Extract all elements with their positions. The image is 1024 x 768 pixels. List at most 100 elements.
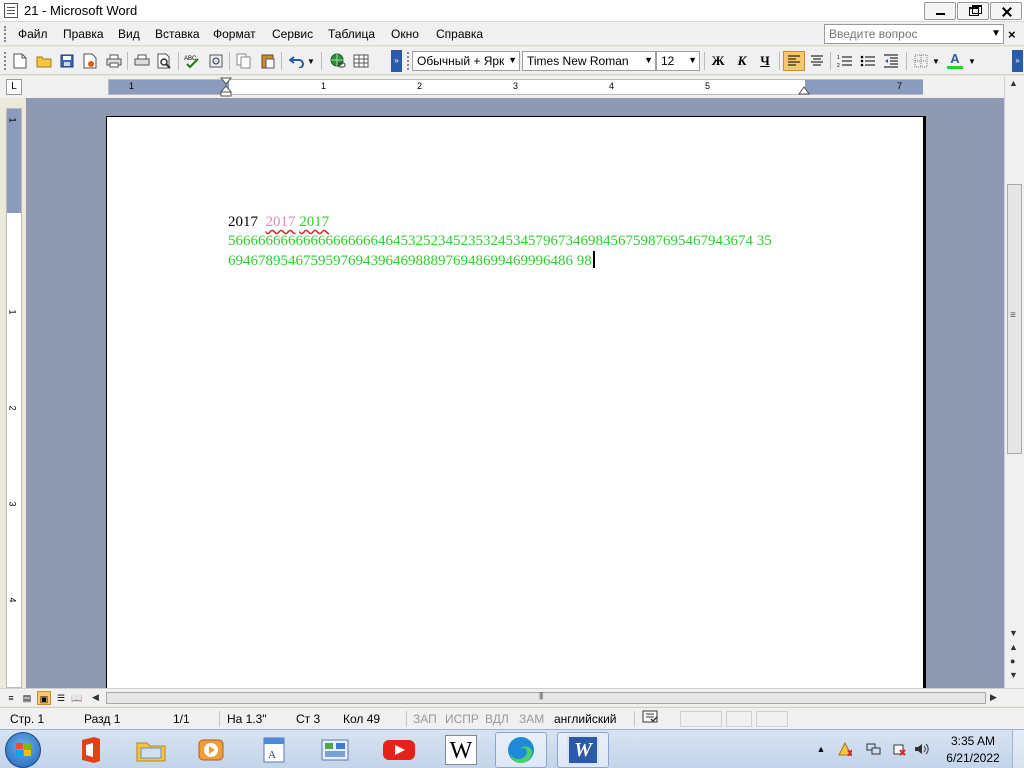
toolbar-options-icon[interactable]: »: [391, 50, 402, 72]
ask-question-box[interactable]: ▼: [824, 24, 1004, 44]
outline-view-icon[interactable]: ☰: [54, 691, 68, 705]
bold-button[interactable]: Ж: [707, 51, 729, 71]
status-extend[interactable]: ВДЛ: [485, 712, 509, 726]
borders-icon[interactable]: [910, 51, 932, 71]
scroll-left-icon[interactable]: ◀: [92, 692, 99, 703]
indent-marker-icon[interactable]: [219, 77, 233, 97]
research-icon[interactable]: [205, 51, 227, 71]
media-player-icon[interactable]: [185, 732, 237, 768]
font-color-button[interactable]: A: [944, 51, 966, 71]
previous-page-icon[interactable]: ▲: [1009, 642, 1018, 652]
chevron-down-icon[interactable]: ▼: [508, 55, 517, 65]
edge-icon[interactable]: [495, 732, 547, 768]
horizontal-ruler[interactable]: 1 1 2 3 4 5 7: [108, 77, 923, 97]
power-icon[interactable]: [892, 742, 906, 756]
show-hidden-icons[interactable]: ▲: [814, 742, 828, 756]
next-page-icon[interactable]: ▼: [1009, 670, 1018, 680]
horizontal-scrollbar[interactable]: ◀ ▶: [90, 690, 1002, 706]
close-document-icon[interactable]: ×: [1008, 27, 1016, 42]
menu-view[interactable]: Вид: [118, 27, 140, 41]
scroll-up-icon[interactable]: ▲: [1009, 78, 1018, 88]
permission-icon[interactable]: [79, 51, 101, 71]
youtube-icon[interactable]: [373, 732, 425, 768]
font-color-dropdown-icon[interactable]: ▼: [966, 51, 978, 71]
volume-icon[interactable]: [914, 742, 929, 756]
network-icon[interactable]: [866, 742, 881, 756]
browse-object-icon[interactable]: ●: [1010, 656, 1015, 666]
font-size-combo[interactable]: 12 ▼: [656, 51, 700, 71]
menu-table[interactable]: Таблица: [328, 27, 375, 41]
bullets-icon[interactable]: [857, 51, 879, 71]
close-button[interactable]: [990, 2, 1022, 20]
save-icon[interactable]: [56, 51, 78, 71]
print-preview-icon[interactable]: [131, 51, 153, 71]
menu-edit[interactable]: Правка: [63, 27, 104, 41]
document-text[interactable]: 2017 2017 2017 5666666666666666666646453…: [228, 213, 772, 271]
show-desktop-button[interactable]: [1012, 730, 1024, 768]
menu-insert[interactable]: Вставка: [155, 27, 200, 41]
start-button[interactable]: [5, 732, 41, 768]
menu-window[interactable]: Окно: [391, 27, 419, 41]
tab-selector[interactable]: L: [6, 79, 22, 95]
chevron-down-icon[interactable]: ▼: [688, 55, 697, 65]
menu-grip[interactable]: [4, 26, 8, 42]
explorer-icon[interactable]: [125, 732, 177, 768]
status-record[interactable]: ЗАП: [413, 712, 437, 726]
menu-help[interactable]: Справка: [436, 27, 483, 41]
decrease-indent-icon[interactable]: [880, 51, 902, 71]
paste-icon[interactable]: [257, 51, 279, 71]
status-track-changes[interactable]: ИСПР: [445, 712, 479, 726]
new-document-icon[interactable]: [9, 51, 31, 71]
reading-layout-icon[interactable]: 📖: [70, 691, 84, 705]
chevron-down-icon[interactable]: ▼: [644, 55, 653, 65]
restore-button[interactable]: [957, 2, 989, 20]
control-panel-icon[interactable]: [310, 732, 362, 768]
page[interactable]: 2017 2017 2017 5666666666666666666646453…: [106, 116, 924, 690]
toolbar-options-icon[interactable]: »: [1012, 50, 1023, 72]
insert-table-icon[interactable]: [350, 51, 372, 71]
office-icon[interactable]: [63, 732, 115, 768]
normal-view-icon[interactable]: ≡: [4, 691, 18, 705]
clock-date[interactable]: 6/21/2022: [942, 751, 1004, 765]
status-language[interactable]: английский: [554, 712, 616, 726]
print-icon[interactable]: [103, 51, 125, 71]
right-indent-marker-icon[interactable]: [797, 85, 811, 97]
scroll-right-icon[interactable]: ▶: [990, 692, 997, 703]
align-center-button[interactable]: [806, 51, 828, 71]
spelling-status-icon[interactable]: [642, 710, 660, 727]
copy-icon[interactable]: [233, 51, 255, 71]
word-icon[interactable]: W: [557, 732, 609, 768]
spelling-icon[interactable]: ABC: [182, 51, 204, 71]
align-left-button[interactable]: [783, 51, 805, 71]
underline-button[interactable]: Ч: [754, 51, 776, 71]
font-combo[interactable]: Times New Roman ▼: [522, 51, 656, 71]
web-layout-icon[interactable]: ▤: [20, 691, 34, 705]
vertical-ruler[interactable]: 1 1 2 3 4: [6, 108, 22, 688]
menu-format[interactable]: Формат: [213, 27, 256, 41]
menu-tools[interactable]: Сервис: [272, 27, 313, 41]
status-page[interactable]: Стр. 1: [10, 712, 44, 726]
chevron-down-icon[interactable]: ▼: [991, 28, 1001, 39]
scroll-down-icon[interactable]: ▼: [1009, 628, 1018, 638]
menu-file[interactable]: Файл: [18, 27, 48, 41]
undo-dropdown-icon[interactable]: ▼: [305, 51, 317, 71]
toolbar-grip[interactable]: [4, 52, 8, 70]
scrollbar-thumb[interactable]: [106, 691, 986, 704]
toolbar-grip[interactable]: [407, 52, 411, 70]
clock-time[interactable]: 3:35 AM: [942, 734, 1004, 748]
hyperlink-icon[interactable]: [327, 51, 349, 71]
preview-magnifier-icon[interactable]: [154, 51, 176, 71]
wikipedia-icon[interactable]: W: [435, 732, 487, 768]
document-icon[interactable]: [4, 3, 18, 18]
print-layout-icon[interactable]: ▣: [37, 691, 51, 705]
ask-question-input[interactable]: [825, 25, 985, 43]
wordpad-icon[interactable]: A: [248, 732, 300, 768]
vertical-scrollbar[interactable]: ▲ ▼ ▲ ● ▼: [1004, 76, 1024, 688]
status-overtype[interactable]: ЗАМ: [519, 712, 544, 726]
numbering-icon[interactable]: 12: [834, 51, 856, 71]
style-combo[interactable]: Обычный + Ярк ▼: [412, 51, 520, 71]
action-center-icon[interactable]: [838, 741, 853, 757]
italic-button[interactable]: К: [731, 51, 753, 71]
scrollbar-thumb[interactable]: [1007, 184, 1022, 454]
open-folder-icon[interactable]: [33, 51, 55, 71]
